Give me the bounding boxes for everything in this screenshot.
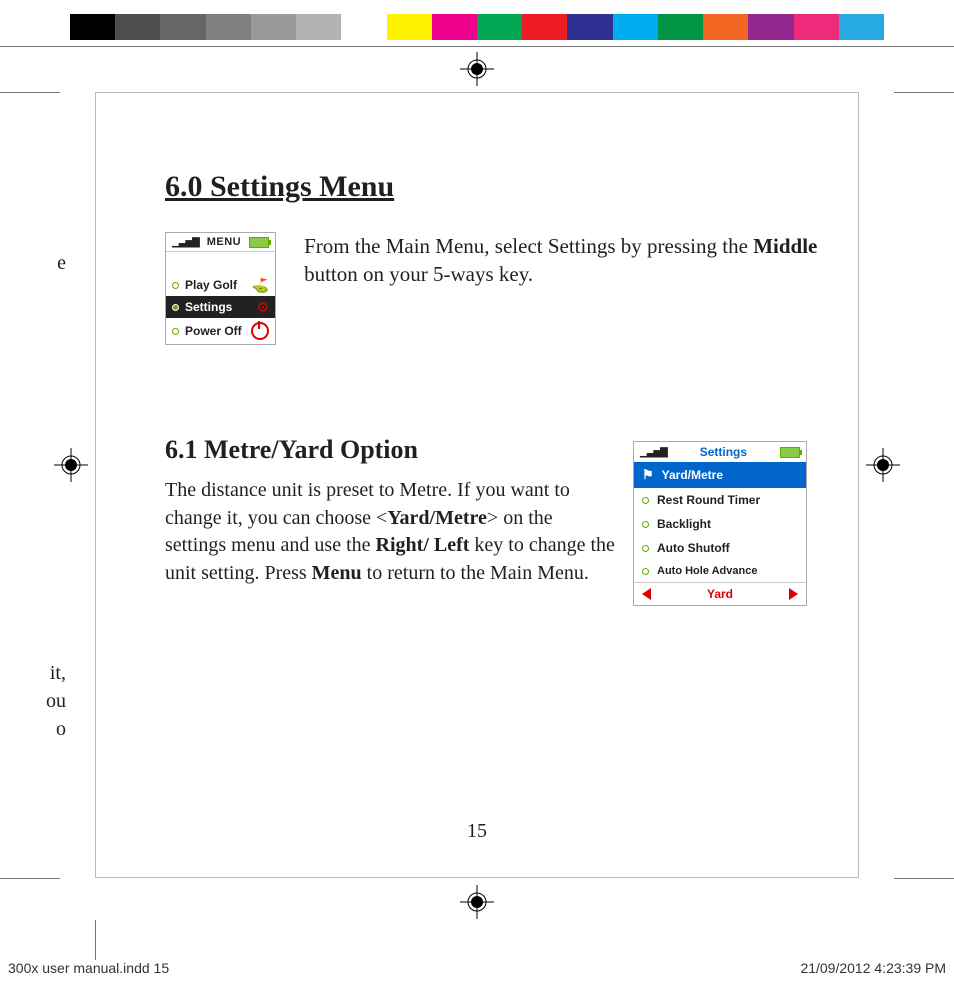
registration-mark-top xyxy=(460,52,494,86)
power-icon xyxy=(251,322,269,340)
top-trim-line xyxy=(0,46,954,47)
section-heading: 6.0 Settings Menu xyxy=(165,170,855,204)
bleed-text: e xyxy=(42,250,66,277)
screen-title: Settings xyxy=(667,445,780,459)
battery-icon xyxy=(780,447,800,458)
printer-color-bar xyxy=(70,14,884,40)
settings-item-yard-metre: ⚑ Yard/Metre xyxy=(634,462,806,488)
battery-icon xyxy=(249,237,269,248)
flag-icon: ⚑ xyxy=(642,467,654,483)
crop-mark xyxy=(0,92,60,93)
registration-mark-left xyxy=(54,448,88,482)
settings-item: Auto Shutoff xyxy=(634,536,806,560)
crop-mark xyxy=(894,92,954,93)
device-screenshot-settings: ▁▃▅▇ Settings ⚑ Yard/Metre Rest Round Ti… xyxy=(633,441,807,606)
intro-paragraph: From the Main Menu, select Settings by p… xyxy=(304,232,855,345)
flag-icon: ⛳ xyxy=(252,278,269,292)
menu-item-play-golf: Play Golf ⛳ xyxy=(166,274,275,296)
settings-item: Rest Round Timer xyxy=(634,488,806,512)
document-slug: 300x user manual.indd 15 xyxy=(8,960,169,976)
crop-mark xyxy=(894,878,954,879)
body-paragraph: The distance unit is preset to Metre. If… xyxy=(165,477,615,606)
screen-title: MENU xyxy=(199,236,249,248)
settings-item: Auto Hole Advance xyxy=(634,560,806,582)
bleed-text: ou xyxy=(42,688,66,715)
crop-mark xyxy=(0,878,60,879)
page-number: 15 xyxy=(0,820,954,843)
signal-icon: ▁▃▅▇ xyxy=(172,237,199,248)
registration-mark-right xyxy=(866,448,900,482)
right-arrow-icon xyxy=(789,588,798,600)
bleed-text: o xyxy=(42,716,66,743)
registration-mark-bottom xyxy=(460,885,494,919)
settings-item: Backlight xyxy=(634,512,806,536)
gear-icon: ⚙ xyxy=(257,300,270,314)
menu-item-settings: Settings ⚙ xyxy=(166,296,275,318)
document-timestamp: 21/09/2012 4:23:39 PM xyxy=(800,960,946,976)
device-screenshot-menu: ▁▃▅▇ MENU Play Golf ⛳ Settings ⚙ Power O… xyxy=(165,232,276,345)
page-content: 6.0 Settings Menu ▁▃▅▇ MENU Play Golf ⛳ … xyxy=(165,170,855,606)
left-arrow-icon xyxy=(642,588,651,600)
crop-mark xyxy=(95,920,96,960)
signal-icon: ▁▃▅▇ xyxy=(640,447,667,458)
menu-item-power-off: Power Off xyxy=(166,318,275,344)
bleed-text: it, xyxy=(42,660,66,687)
settings-footer: Yard xyxy=(634,582,806,605)
